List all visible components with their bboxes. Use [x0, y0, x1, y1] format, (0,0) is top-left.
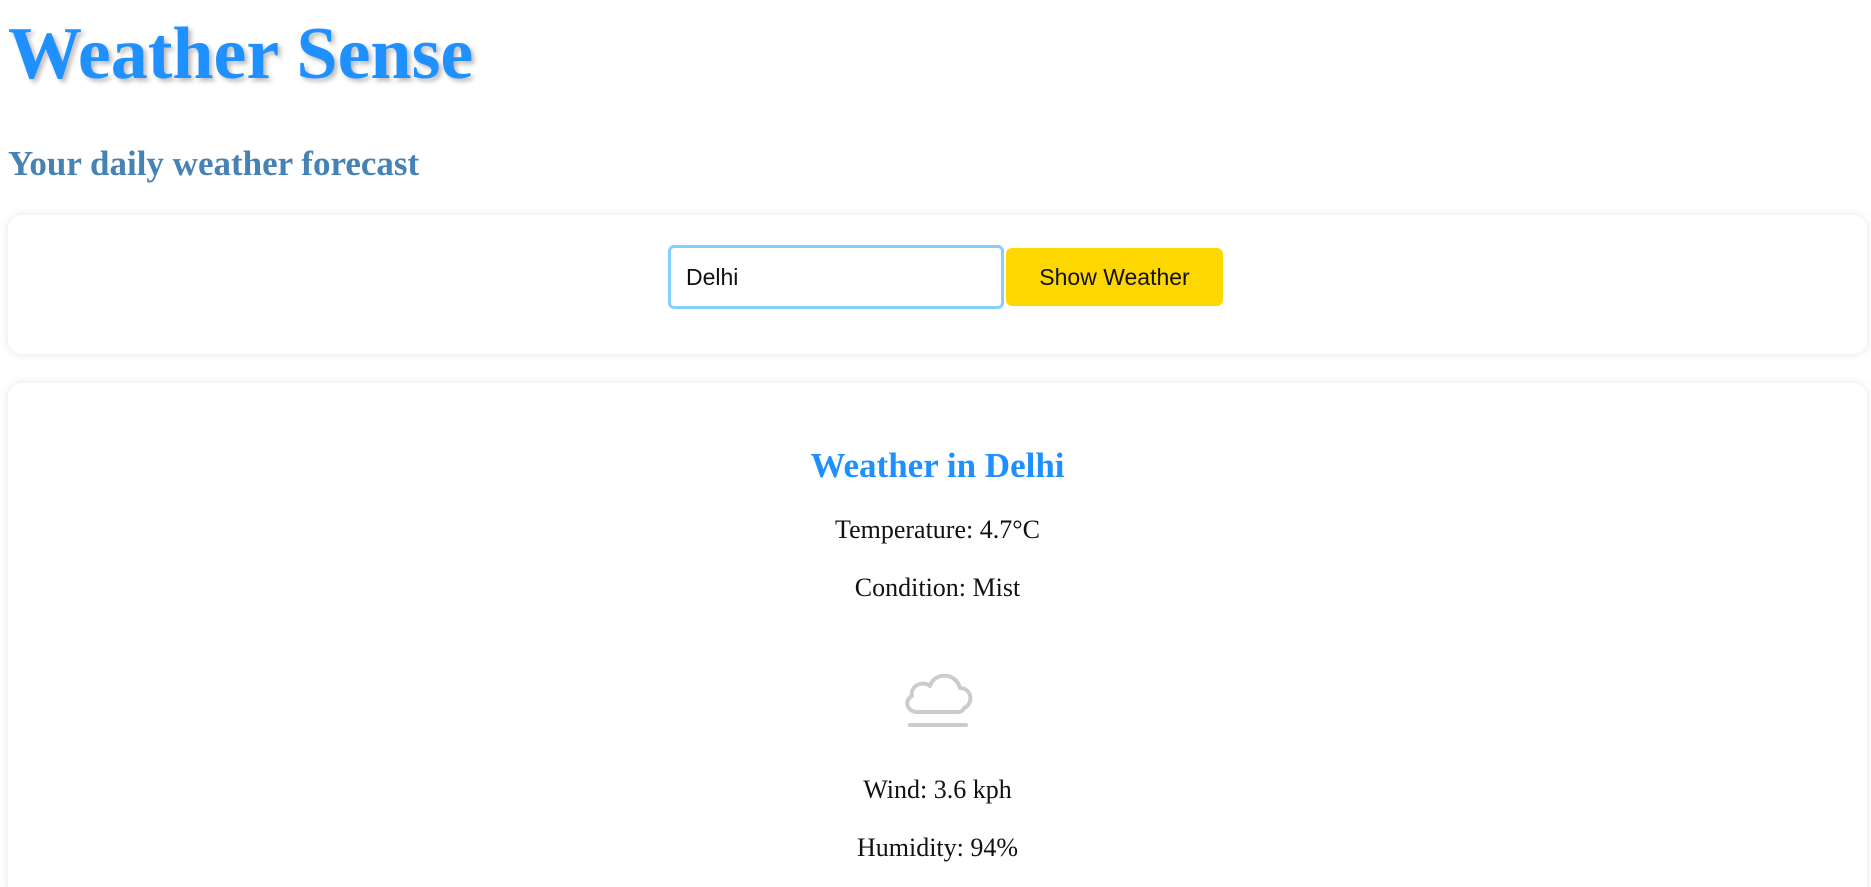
- show-weather-button[interactable]: Show Weather: [1006, 248, 1223, 306]
- search-panel: Show Weather: [8, 215, 1867, 354]
- condition-text: Condition: Mist: [854, 573, 1021, 602]
- search-row: Show Weather: [668, 245, 1223, 309]
- weather-result-panel: Weather in Delhi Temperature: 4.7°C Cond…: [8, 383, 1867, 887]
- weather-result-title: Weather in Delhi: [810, 446, 1065, 485]
- wind-text: Wind: 3.6 kph: [863, 775, 1012, 804]
- humidity-text: Humidity: 94%: [856, 833, 1019, 862]
- temperature-text: Temperature: 4.7°C: [835, 515, 1040, 544]
- page-subtitle: Your daily weather forecast: [8, 144, 420, 183]
- city-input[interactable]: [668, 245, 1004, 309]
- page-title: Weather Sense: [8, 13, 474, 95]
- mist-icon: [904, 673, 972, 727]
